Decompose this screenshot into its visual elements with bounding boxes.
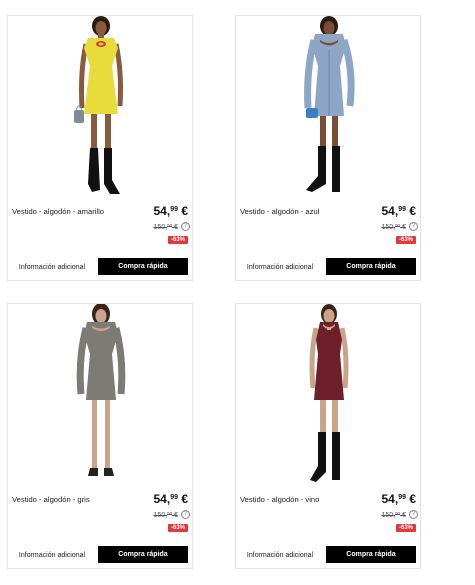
question-icon[interactable]: ? <box>181 222 190 231</box>
product-image[interactable] <box>8 304 192 492</box>
original-price: 150,00 € <box>382 511 406 519</box>
dress-shape <box>84 322 118 400</box>
old-price-integer: 150, <box>153 223 168 231</box>
price-integer: 54, <box>153 204 171 218</box>
price-integer: 54, <box>381 492 399 506</box>
original-price: 150,00 € <box>382 223 406 231</box>
current-price: 54,99 € <box>154 492 189 506</box>
original-price-row: 150,00 € ? <box>382 510 418 519</box>
price-currency: € <box>405 492 416 506</box>
old-price-currency: € <box>400 511 406 519</box>
old-price-integer: 150, <box>381 223 396 231</box>
quick-buy-button[interactable]: Compra rápida <box>98 258 188 275</box>
price-integer: 54, <box>381 204 399 218</box>
price-decimals: 99 <box>398 494 406 501</box>
price-currency: € <box>177 492 188 506</box>
discount-badge: -63% <box>167 524 188 532</box>
dress-shape <box>314 322 344 400</box>
current-price: 54,99 € <box>154 204 189 218</box>
product-name[interactable]: Vestido - algodón - amarillo <box>12 207 104 216</box>
quick-buy-button[interactable]: Compra rápida <box>326 546 416 563</box>
price-currency: € <box>177 204 188 218</box>
product-name[interactable]: Vestido - algodón - vino <box>240 495 319 504</box>
original-price-row: 150,00 € ? <box>382 222 418 231</box>
original-price-row: 150,00 € ? <box>154 510 190 519</box>
product-name[interactable]: Vestido - algodón - gris <box>12 495 90 504</box>
additional-info-button[interactable]: Información adicional <box>240 260 320 276</box>
current-price: 54,99 € <box>382 204 417 218</box>
dress-shape <box>84 38 118 114</box>
question-icon[interactable]: ? <box>181 510 190 519</box>
additional-info-button[interactable]: Información adicional <box>12 548 92 564</box>
price-currency: € <box>405 204 416 218</box>
question-icon[interactable]: ? <box>409 222 418 231</box>
discount-badge: -63% <box>167 236 188 244</box>
product-card[interactable]: Vestido - algodón - amarillo 54,99 € 150… <box>7 15 193 281</box>
original-price-row: 150,00 € ? <box>154 222 190 231</box>
product-name[interactable]: Vestido - algodón - azul <box>240 207 319 216</box>
quick-buy-button[interactable]: Compra rápida <box>98 546 188 563</box>
current-price: 54,99 € <box>382 492 417 506</box>
old-price-currency: € <box>172 223 178 231</box>
quick-buy-button[interactable]: Compra rápida <box>326 258 416 275</box>
product-image[interactable] <box>236 304 420 492</box>
price-decimals: 99 <box>170 206 178 213</box>
product-card[interactable]: Vestido - algodón - gris 54,99 € 150,00 … <box>7 303 193 569</box>
question-icon[interactable]: ? <box>409 510 418 519</box>
discount-badge: -63% <box>395 236 416 244</box>
discount-badge: -63% <box>395 524 416 532</box>
product-image[interactable] <box>8 16 192 204</box>
product-card[interactable]: Vestido - algodón - azul 54,99 € 150,00 … <box>235 15 421 281</box>
original-price: 150,00 € <box>154 223 178 231</box>
old-price-currency: € <box>400 223 406 231</box>
price-decimals: 99 <box>398 206 406 213</box>
price-integer: 54, <box>153 492 171 506</box>
price-decimals: 99 <box>170 494 178 501</box>
additional-info-button[interactable]: Información adicional <box>12 260 92 276</box>
original-price: 150,00 € <box>154 511 178 519</box>
old-price-currency: € <box>172 511 178 519</box>
product-image[interactable] <box>236 16 420 204</box>
additional-info-button[interactable]: Información adicional <box>240 548 320 564</box>
product-card[interactable]: Vestido - algodón - vino 54,99 € 150,00 … <box>235 303 421 569</box>
old-price-integer: 150, <box>381 511 396 519</box>
old-price-integer: 150, <box>153 511 168 519</box>
